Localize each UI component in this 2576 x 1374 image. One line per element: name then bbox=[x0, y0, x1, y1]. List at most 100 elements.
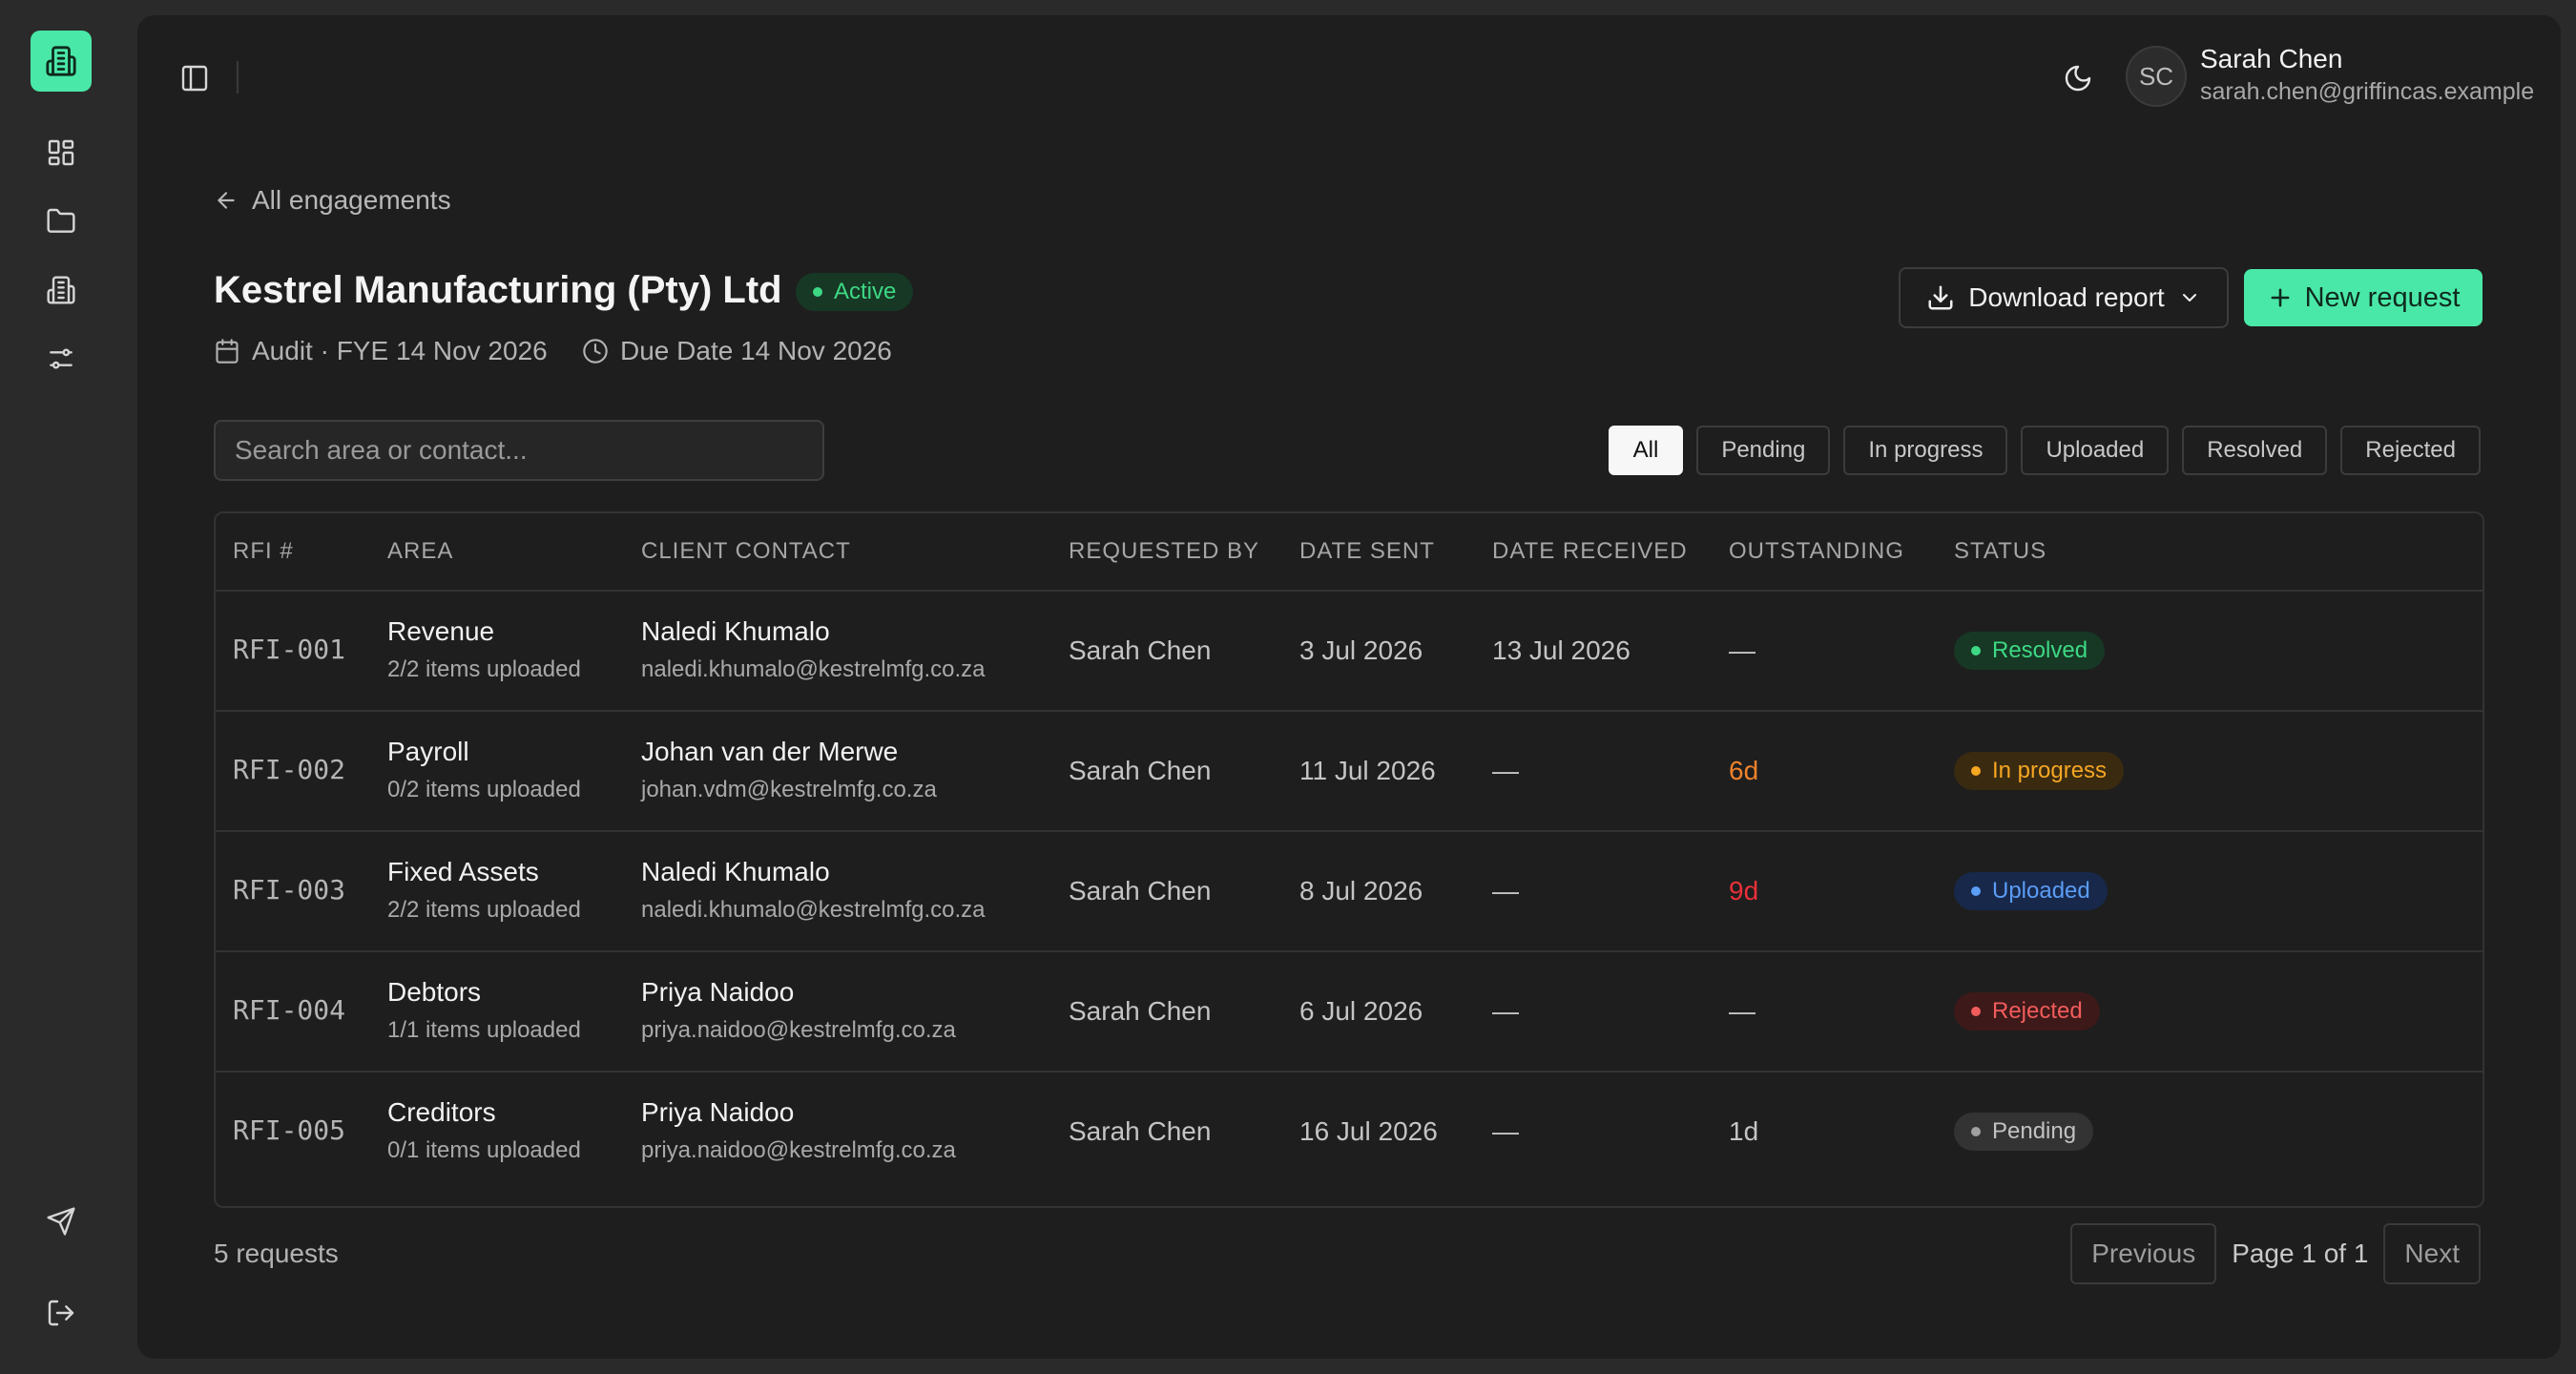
date-sent: 6 Jul 2026 bbox=[1299, 996, 1423, 1026]
contact-email: priya.naidoo@kestrelmfg.co.za bbox=[641, 1137, 956, 1163]
status-badge: Resolved bbox=[1954, 632, 2106, 670]
table-body: RFI-001 Revenue 2/2 items uploaded Naledi K… bbox=[216, 592, 2483, 1193]
date-received: — bbox=[1492, 756, 1519, 785]
status-badge: Uploaded bbox=[1954, 872, 2108, 910]
search-input[interactable] bbox=[214, 420, 824, 481]
table-row[interactable]: RFI-001 Revenue 2/2 items uploaded Naledi K… bbox=[216, 592, 2483, 712]
contact-email: naledi.khumalo@kestrelmfg.co.za bbox=[641, 656, 986, 682]
contact-email: johan.vdm@kestrelmfg.co.za bbox=[641, 777, 937, 802]
next-page-button[interactable]: Next bbox=[2383, 1223, 2481, 1284]
requested-by: Sarah Chen bbox=[1069, 996, 1212, 1026]
download-icon bbox=[1928, 285, 1953, 310]
date-received: — bbox=[1492, 876, 1519, 906]
filter-resolved[interactable]: Resolved bbox=[2182, 426, 2328, 475]
user-name: Sarah Chen bbox=[2200, 44, 2343, 73]
status-badge: Pending bbox=[1954, 1113, 2094, 1151]
contact-name: Johan van der Merwe bbox=[641, 737, 899, 766]
column-header: REQUESTED BY bbox=[1069, 538, 1260, 564]
rfi-number: RFI-003 bbox=[233, 874, 346, 906]
request-count: 5 requests bbox=[214, 1239, 339, 1268]
new-request-label: New request bbox=[2304, 281, 2461, 313]
chevron-down-icon bbox=[2182, 294, 2196, 302]
table-row[interactable]: RFI-004 Debtors 1/1 items uploaded Priya Na… bbox=[216, 952, 2483, 1072]
page-title: Kestrel Manufacturing (Pty) Ltd bbox=[214, 269, 782, 311]
column-header: AREA bbox=[387, 538, 454, 564]
items-uploaded: 0/1 items uploaded bbox=[387, 1137, 581, 1163]
date-received: — bbox=[1492, 1116, 1519, 1146]
sidebar-item-files[interactable] bbox=[38, 198, 84, 244]
outstanding-days: 9d bbox=[1729, 876, 1759, 906]
rfi-number: RFI-002 bbox=[233, 754, 346, 785]
calendar-icon bbox=[216, 339, 239, 364]
sidebar-item-send[interactable] bbox=[38, 1198, 84, 1244]
user-email: sarah.chen@griffincas.example bbox=[2200, 78, 2535, 105]
outstanding-days: 1d bbox=[1729, 1116, 1759, 1146]
sidebar-item-dashboard[interactable] bbox=[38, 130, 84, 176]
column-header: DATE SENT bbox=[1299, 538, 1435, 564]
status-label: Rejected bbox=[1992, 998, 2083, 1024]
toggle-sidebar-button[interactable] bbox=[174, 57, 216, 99]
sidebar-item-clients[interactable] bbox=[38, 267, 84, 313]
status-filters: All Pending In progress Uploaded Resolved Rej… bbox=[1608, 426, 2481, 475]
contact-email: priya.naidoo@kestrelmfg.co.za bbox=[641, 1017, 956, 1043]
grid-icon bbox=[48, 139, 74, 166]
items-uploaded: 1/1 items uploaded bbox=[387, 1017, 581, 1043]
status-badge: Active bbox=[796, 273, 914, 311]
engagement-type: Audit · FYE 14 Nov 2026 bbox=[214, 336, 548, 366]
contact-name: Naledi Khumalo bbox=[641, 857, 830, 886]
download-report-label: Download report bbox=[1968, 282, 2165, 312]
status-label: Pending bbox=[1992, 1118, 2077, 1144]
filter-in-progress[interactable]: In progress bbox=[1843, 426, 2008, 475]
area-name: Revenue bbox=[387, 616, 495, 646]
area-name: Fixed Assets bbox=[387, 857, 539, 886]
status-label: Uploaded bbox=[1992, 878, 2090, 904]
due-date-label: Due Date 14 Nov 2026 bbox=[620, 336, 892, 365]
clock-icon bbox=[583, 339, 608, 364]
items-uploaded: 0/2 items uploaded bbox=[387, 777, 581, 802]
due-date: Due Date 14 Nov 2026 bbox=[582, 336, 892, 366]
header-divider bbox=[237, 61, 239, 94]
building-icon bbox=[46, 46, 76, 76]
sidebar bbox=[0, 0, 122, 1374]
table-row[interactable]: RFI-003 Fixed Assets 2/2 items uploaded Nal… bbox=[216, 832, 2483, 952]
folder-icon bbox=[47, 208, 75, 233]
column-header: RFI # bbox=[233, 538, 294, 564]
status-label: Resolved bbox=[1992, 637, 2088, 663]
logout-button[interactable] bbox=[38, 1290, 84, 1336]
requested-by: Sarah Chen bbox=[1069, 876, 1212, 906]
plus-icon bbox=[2271, 288, 2290, 307]
new-request-button[interactable]: New request bbox=[2244, 269, 2483, 326]
date-received: 13 Jul 2026 bbox=[1492, 635, 1631, 665]
table-row[interactable]: RFI-002 Payroll 0/2 items uploaded Johan va… bbox=[216, 712, 2483, 832]
area-name: Debtors bbox=[387, 977, 482, 1007]
status-badge: Rejected bbox=[1954, 992, 2100, 1030]
date-sent: 8 Jul 2026 bbox=[1299, 876, 1423, 906]
status-label: In progress bbox=[1992, 758, 2108, 783]
table-row[interactable]: RFI-005 Creditors 0/1 items uploaded Priya … bbox=[216, 1072, 2483, 1193]
back-link[interactable]: All engagements bbox=[214, 185, 451, 216]
rfi-number: RFI-001 bbox=[233, 634, 346, 665]
previous-page-button[interactable]: Previous bbox=[2070, 1223, 2217, 1284]
main-panel: SC Sarah Chen sarah.chen@griffincas.exam… bbox=[137, 15, 2561, 1359]
theme-toggle-button[interactable] bbox=[2055, 55, 2101, 101]
status-badge: In progress bbox=[1954, 752, 2125, 790]
logo[interactable] bbox=[31, 31, 92, 92]
filter-uploaded[interactable]: Uploaded bbox=[2021, 426, 2170, 475]
column-header: CLIENT CONTACT bbox=[641, 538, 851, 564]
avatar[interactable]: SC bbox=[2126, 46, 2187, 107]
status-badge-label: Active bbox=[834, 279, 897, 304]
filter-all[interactable]: All bbox=[1608, 426, 1684, 475]
download-report-button[interactable]: Download report bbox=[1899, 267, 2229, 328]
sidebar-item-settings[interactable] bbox=[38, 336, 84, 382]
send-icon bbox=[47, 1207, 75, 1236]
area-name: Payroll bbox=[387, 737, 469, 766]
rfi-number: RFI-004 bbox=[233, 994, 346, 1026]
area-name: Creditors bbox=[387, 1097, 496, 1127]
outstanding-days: — bbox=[1729, 635, 1755, 665]
column-header: DATE RECEIVED bbox=[1492, 538, 1688, 564]
filter-rejected[interactable]: Rejected bbox=[2340, 426, 2481, 475]
filter-pending[interactable]: Pending bbox=[1696, 426, 1831, 475]
requested-by: Sarah Chen bbox=[1069, 635, 1212, 665]
requested-by: Sarah Chen bbox=[1069, 1116, 1212, 1146]
moon-icon bbox=[2065, 65, 2091, 92]
